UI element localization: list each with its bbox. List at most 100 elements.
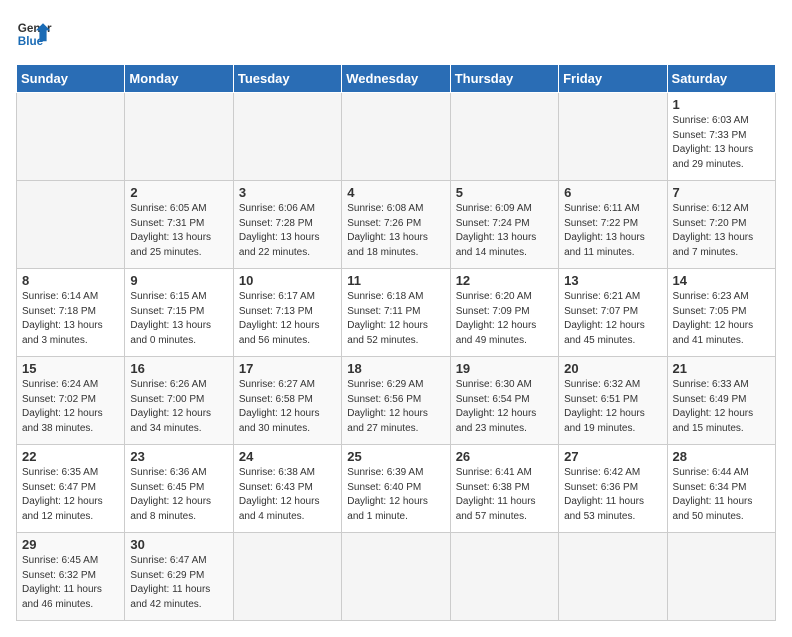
day-number: 7: [673, 185, 770, 200]
calendar-day-cell: [667, 533, 775, 621]
calendar-day-cell: 1 Sunrise: 6:03 AM Sunset: 7:33 PM Daylig…: [667, 93, 775, 181]
week-row-4: 15 Sunrise: 6:24 AM Sunset: 7:02 PM Dayli…: [17, 357, 776, 445]
day-number: 26: [456, 449, 553, 464]
calendar-day-cell: 14 Sunrise: 6:23 AM Sunset: 7:05 PM Dayli…: [667, 269, 775, 357]
calendar-day-cell: [342, 93, 450, 181]
day-details: Sunrise: 6:18 AM Sunset: 7:11 PM Dayligh…: [347, 290, 444, 348]
week-row-3: 8 Sunrise: 6:14 AM Sunset: 7:18 PM Daylig…: [17, 269, 776, 357]
day-number: 5: [456, 185, 553, 200]
calendar-day-cell: 23Sunrise: 6:36 AM Sunset: 6:45 PM Dayli…: [125, 445, 233, 533]
col-header-tuesday: Tuesday: [233, 65, 341, 93]
day-number: 16: [130, 361, 227, 376]
calendar-table: SundayMondayTuesdayWednesdayThursdayFrid…: [16, 64, 776, 621]
day-number: 30: [130, 537, 227, 552]
calendar-day-cell: 12 Sunrise: 6:20 AM Sunset: 7:09 PM Dayli…: [450, 269, 558, 357]
calendar-day-cell: 9 Sunrise: 6:15 AM Sunset: 7:15 PM Daylig…: [125, 269, 233, 357]
day-number: 9: [130, 273, 227, 288]
day-number: 22: [22, 449, 119, 464]
day-details: Sunrise: 6:47 AM Sunset: 6:29 PM Dayligh…: [130, 554, 227, 612]
day-details: Sunrise: 6:41 AM Sunset: 6:38 PM Dayligh…: [456, 466, 553, 524]
logo-icon: General Blue: [16, 16, 52, 52]
calendar-day-cell: 30 Sunrise: 6:47 AM Sunset: 6:29 PM Dayli…: [125, 533, 233, 621]
day-details: Sunrise: 6:27 AM Sunset: 6:58 PM Dayligh…: [239, 378, 336, 436]
page-header: General Blue: [16, 16, 776, 52]
calendar-day-cell: 21 Sunrise: 6:33 AM Sunset: 6:49 PM Dayli…: [667, 357, 775, 445]
day-details: Sunrise: 6:30 AM Sunset: 6:54 PM Dayligh…: [456, 378, 553, 436]
day-number: 1: [673, 97, 770, 112]
calendar-day-cell: 29Sunrise: 6:45 AM Sunset: 6:32 PM Dayli…: [17, 533, 125, 621]
day-details: Sunrise: 6:23 AM Sunset: 7:05 PM Dayligh…: [673, 290, 770, 348]
calendar-day-cell: [125, 93, 233, 181]
logo: General Blue: [16, 16, 52, 52]
day-number: 24: [239, 449, 336, 464]
calendar-day-cell: 26 Sunrise: 6:41 AM Sunset: 6:38 PM Dayli…: [450, 445, 558, 533]
calendar-day-cell: 3Sunrise: 6:06 AM Sunset: 7:28 PM Daylig…: [233, 181, 341, 269]
day-details: Sunrise: 6:11 AM Sunset: 7:22 PM Dayligh…: [564, 202, 661, 260]
calendar-day-cell: [342, 533, 450, 621]
calendar-day-cell: 15 Sunrise: 6:24 AM Sunset: 7:02 PM Dayli…: [17, 357, 125, 445]
calendar-day-cell: 18 Sunrise: 6:29 AM Sunset: 6:56 PM Dayli…: [342, 357, 450, 445]
day-details: Sunrise: 6:42 AM Sunset: 6:36 PM Dayligh…: [564, 466, 661, 524]
day-number: 14: [673, 273, 770, 288]
calendar-header-row: SundayMondayTuesdayWednesdayThursdayFrid…: [17, 65, 776, 93]
week-row-6: 29Sunrise: 6:45 AM Sunset: 6:32 PM Dayli…: [17, 533, 776, 621]
calendar-day-cell: [17, 93, 125, 181]
col-header-thursday: Thursday: [450, 65, 558, 93]
calendar-day-cell: [233, 93, 341, 181]
calendar-day-cell: 25Sunrise: 6:39 AM Sunset: 6:40 PM Dayli…: [342, 445, 450, 533]
day-details: Sunrise: 6:05 AM Sunset: 7:31 PM Dayligh…: [130, 202, 227, 260]
day-details: Sunrise: 6:14 AM Sunset: 7:18 PM Dayligh…: [22, 290, 119, 348]
calendar-day-cell: 24Sunrise: 6:38 AM Sunset: 6:43 PM Dayli…: [233, 445, 341, 533]
day-number: 12: [456, 273, 553, 288]
day-details: Sunrise: 6:21 AM Sunset: 7:07 PM Dayligh…: [564, 290, 661, 348]
day-number: 18: [347, 361, 444, 376]
calendar-day-cell: 8 Sunrise: 6:14 AM Sunset: 7:18 PM Daylig…: [17, 269, 125, 357]
day-number: 6: [564, 185, 661, 200]
calendar-day-cell: [450, 533, 558, 621]
day-number: 19: [456, 361, 553, 376]
calendar-day-cell: 13Sunrise: 6:21 AM Sunset: 7:07 PM Dayli…: [559, 269, 667, 357]
calendar-body: 1 Sunrise: 6:03 AM Sunset: 7:33 PM Daylig…: [17, 93, 776, 621]
calendar-day-cell: 16Sunrise: 6:26 AM Sunset: 7:00 PM Dayli…: [125, 357, 233, 445]
day-number: 21: [673, 361, 770, 376]
day-details: Sunrise: 6:06 AM Sunset: 7:28 PM Dayligh…: [239, 202, 336, 260]
day-details: Sunrise: 6:29 AM Sunset: 6:56 PM Dayligh…: [347, 378, 444, 436]
day-details: Sunrise: 6:24 AM Sunset: 7:02 PM Dayligh…: [22, 378, 119, 436]
calendar-day-cell: [559, 533, 667, 621]
week-row-1: 1 Sunrise: 6:03 AM Sunset: 7:33 PM Daylig…: [17, 93, 776, 181]
calendar-day-cell: 6 Sunrise: 6:11 AM Sunset: 7:22 PM Daylig…: [559, 181, 667, 269]
day-details: Sunrise: 6:03 AM Sunset: 7:33 PM Dayligh…: [673, 114, 770, 172]
day-details: Sunrise: 6:08 AM Sunset: 7:26 PM Dayligh…: [347, 202, 444, 260]
calendar-day-cell: 22 Sunrise: 6:35 AM Sunset: 6:47 PM Dayli…: [17, 445, 125, 533]
col-header-monday: Monday: [125, 65, 233, 93]
day-number: 4: [347, 185, 444, 200]
day-number: 11: [347, 273, 444, 288]
day-details: Sunrise: 6:32 AM Sunset: 6:51 PM Dayligh…: [564, 378, 661, 436]
day-number: 25: [347, 449, 444, 464]
day-details: Sunrise: 6:20 AM Sunset: 7:09 PM Dayligh…: [456, 290, 553, 348]
week-row-2: 2 Sunrise: 6:05 AM Sunset: 7:31 PM Daylig…: [17, 181, 776, 269]
day-details: Sunrise: 6:09 AM Sunset: 7:24 PM Dayligh…: [456, 202, 553, 260]
calendar-day-cell: 20Sunrise: 6:32 AM Sunset: 6:51 PM Dayli…: [559, 357, 667, 445]
day-details: Sunrise: 6:35 AM Sunset: 6:47 PM Dayligh…: [22, 466, 119, 524]
col-header-saturday: Saturday: [667, 65, 775, 93]
calendar-day-cell: 11 Sunrise: 6:18 AM Sunset: 7:11 PM Dayli…: [342, 269, 450, 357]
calendar-day-cell: 2 Sunrise: 6:05 AM Sunset: 7:31 PM Daylig…: [125, 181, 233, 269]
day-number: 15: [22, 361, 119, 376]
col-header-friday: Friday: [559, 65, 667, 93]
day-number: 27: [564, 449, 661, 464]
calendar-day-cell: 19 Sunrise: 6:30 AM Sunset: 6:54 PM Dayli…: [450, 357, 558, 445]
day-number: 29: [22, 537, 119, 552]
calendar-day-cell: [559, 93, 667, 181]
day-number: 8: [22, 273, 119, 288]
calendar-day-cell: [233, 533, 341, 621]
calendar-day-cell: [17, 181, 125, 269]
day-number: 10: [239, 273, 336, 288]
day-details: Sunrise: 6:33 AM Sunset: 6:49 PM Dayligh…: [673, 378, 770, 436]
calendar-day-cell: 7Sunrise: 6:12 AM Sunset: 7:20 PM Daylig…: [667, 181, 775, 269]
calendar-day-cell: 10Sunrise: 6:17 AM Sunset: 7:13 PM Dayli…: [233, 269, 341, 357]
col-header-wednesday: Wednesday: [342, 65, 450, 93]
day-number: 2: [130, 185, 227, 200]
calendar-day-cell: [450, 93, 558, 181]
day-details: Sunrise: 6:15 AM Sunset: 7:15 PM Dayligh…: [130, 290, 227, 348]
